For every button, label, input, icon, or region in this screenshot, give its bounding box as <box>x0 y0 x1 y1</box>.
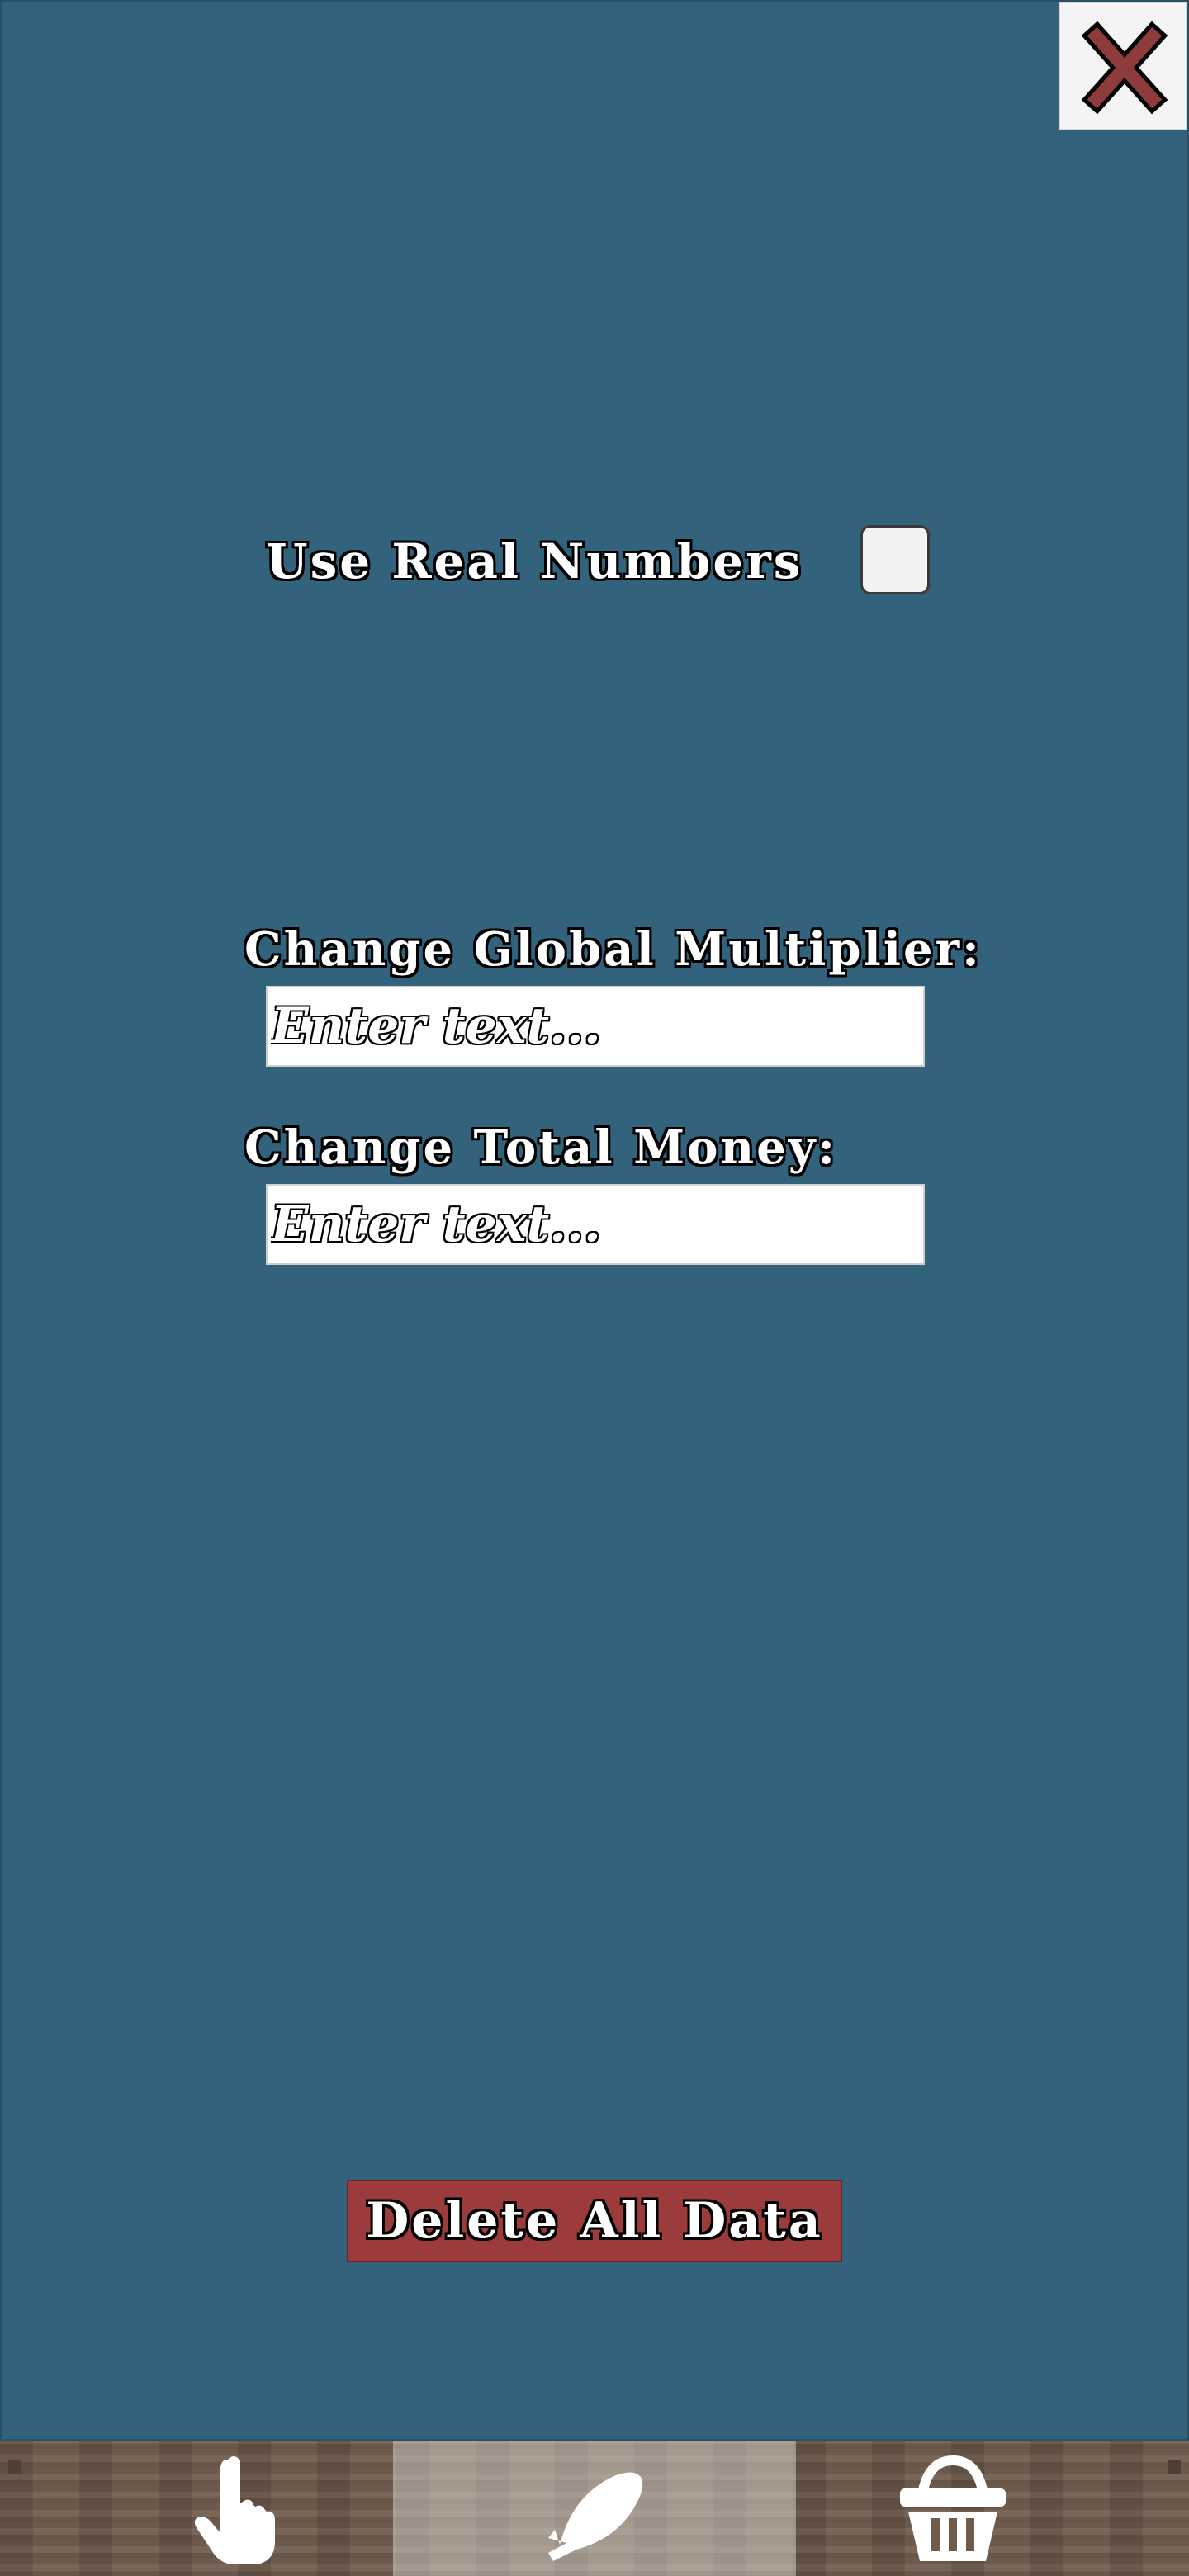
global-multiplier-label: Change Global Multiplier: <box>244 922 982 977</box>
tab-fish[interactable] <box>393 2441 796 2576</box>
bottom-nav-bar <box>0 2441 1189 2576</box>
settings-panel: Use Real Numbers Change Global Multiplie… <box>0 0 1189 2441</box>
tab-shop[interactable] <box>796 2441 1110 2576</box>
close-button[interactable] <box>1059 2 1187 130</box>
fish-icon <box>548 2472 643 2561</box>
global-multiplier-input[interactable] <box>266 986 925 1067</box>
nav-rivet <box>8 2460 21 2474</box>
tab-click[interactable] <box>79 2441 393 2576</box>
nav-rivet <box>1168 2460 1181 2474</box>
close-x-icon <box>1081 21 1168 115</box>
total-money-label: Change Total Money: <box>244 1120 837 1175</box>
delete-all-data-button[interactable]: Delete All Data <box>347 2180 842 2262</box>
real-numbers-checkbox[interactable] <box>860 525 930 594</box>
real-numbers-label: Use Real Numbers <box>266 533 803 590</box>
basket-icon <box>900 2455 1006 2561</box>
total-money-input[interactable] <box>266 1184 925 1265</box>
hand-pointer-icon <box>194 2456 275 2564</box>
